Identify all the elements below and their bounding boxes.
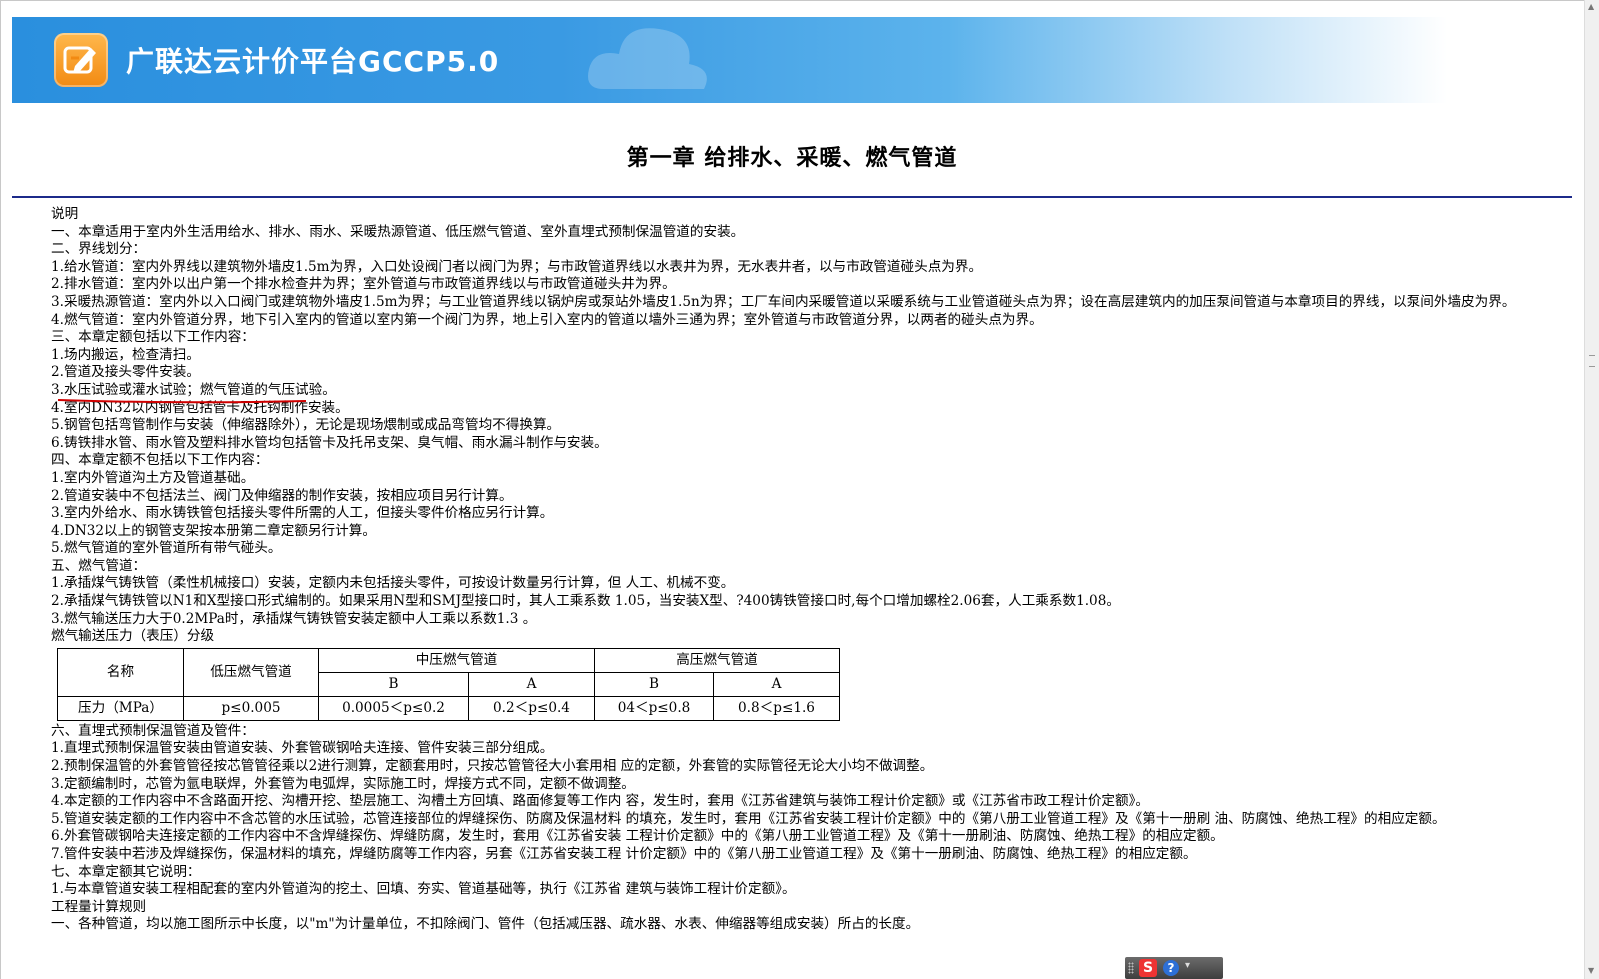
text-line: 2.预制保温管的外套管管径按芯管管径乘以2进行测算，定额套用时，只按芯管管径大小… bbox=[51, 758, 934, 775]
app-banner: 广联达云计价平台GCCP5.0 bbox=[12, 17, 1572, 103]
text-line: 3.采暖热源管道：室内外以入口阀门或建筑物外墙皮1.5m为界；与工业管道界线以锅… bbox=[51, 293, 1516, 310]
scroll-down-icon[interactable]: ▼ bbox=[1588, 966, 1594, 975]
text-line: 3.燃气输送压力大于0.2MPa时，承插煤气铸铁管安装定额中人工乘以系数1.3 … bbox=[51, 610, 537, 627]
gas-pressure-table: 名称 低压燃气管道 中压燃气管道 高压燃气管道 B A B A 压力（MPa） … bbox=[57, 647, 840, 721]
section-lines-after-table: 六、直埋式预制保温管道及管件： 1.直埋式预制保温管安装由管道安装、外套管碳钢哈夫… bbox=[51, 723, 1551, 934]
text-line: 2.管道安装中不包括法兰、阀门及伸缩器的制作安装，按相应项目另行计算。 bbox=[51, 487, 513, 504]
text-line: 1.场内搬运，检查清扫。 bbox=[51, 346, 200, 363]
text-line: 1.室内外管道沟土方及管道基础。 bbox=[51, 469, 255, 486]
table-subheader-high-b: B bbox=[594, 671, 714, 697]
table-cell-mid-a: 0.2＜p≤0.4 bbox=[468, 695, 595, 721]
text-line: 6.铸铁排水管、雨水管及塑料排水管均包括管卡及托吊支架、臭气帽、雨水漏斗制作与安… bbox=[51, 434, 608, 451]
text-line: 2.承插煤气铸铁管以N1和X型接口形式编制的。如果采用N型和SMJ型接口时，其人… bbox=[51, 593, 1120, 610]
document-body: 说明 一、本章适用于室内外生活用给水、排水、雨水、采暖热源管道、低压燃气管道、室外… bbox=[51, 206, 1551, 934]
text-line: 1.直埋式预制保温管安装由管道安装、外套管碳钢哈夫连接、管件安装三部分组成。 bbox=[51, 740, 554, 757]
text-line: 二、界线划分： bbox=[51, 241, 147, 258]
text-line: 3.室内外给水、雨水铸铁管包括接头零件所需的人工，但接头零件价格应另行计算。 bbox=[51, 505, 554, 522]
text-line: 燃气输送压力（表压）分级 bbox=[51, 628, 215, 645]
text-line: 四、本章定额不包括以下工作内容： bbox=[51, 452, 269, 469]
text-line: 3.水压试验或灌水试验；燃气管道的气压试验。 bbox=[51, 381, 336, 398]
table-row-label: 压力（MPa） bbox=[57, 695, 184, 721]
text-line: 一、本章适用于室内外生活用给水、排水、雨水、采暖热源管道、低压燃气管道、室外直埋… bbox=[51, 223, 745, 240]
dropdown-icon[interactable]: ▾ bbox=[1185, 960, 1190, 971]
text-line: 工程量计算规则 bbox=[51, 898, 147, 915]
app-title: 广联达云计价平台GCCP5.0 bbox=[126, 45, 500, 78]
text-line: 5.燃气管道的室外管道所有带气碰头。 bbox=[51, 540, 282, 557]
table-cell-mid-b: 0.0005＜p≤0.2 bbox=[318, 695, 469, 721]
text-line: 三、本章定额包括以下工作内容： bbox=[51, 329, 255, 346]
text-line: 说明 bbox=[51, 206, 79, 222]
text-line: 1.给水管道：室内外界线以建筑物外墙皮1.5m为界，入口处设阀门者以阀门为界；与… bbox=[51, 258, 983, 275]
table-header-high-pressure: 高压燃气管道 bbox=[594, 647, 840, 673]
ime-drag-handle[interactable] bbox=[1128, 962, 1134, 974]
banner-watermark-icon bbox=[588, 28, 707, 89]
table-header-low-pressure: 低压燃气管道 bbox=[183, 647, 319, 697]
table-cell-high-a: 0.8＜p≤1.6 bbox=[713, 695, 840, 721]
ime-toolbar[interactable]: S ? ▾ bbox=[1125, 957, 1223, 979]
sogou-ime-icon[interactable]: S bbox=[1139, 959, 1157, 977]
text-line: 3.定额编制时，芯管为氩电联焊，外套管为电弧焊，实际施工时，焊接方式不同，定额不… bbox=[51, 775, 635, 792]
text-line: 六、直埋式预制保温管道及管件： bbox=[51, 722, 255, 739]
table-cell-low: p≤0.005 bbox=[183, 695, 319, 721]
table-header-mid-pressure: 中压燃气管道 bbox=[318, 647, 595, 673]
table-header-name: 名称 bbox=[57, 647, 184, 697]
text-line: 1.与本章管道安装工程相配套的室内外管道沟的挖土、回填、夯实、管道基础等，执行《… bbox=[51, 881, 796, 898]
table-cell-high-b: 04＜p≤0.8 bbox=[594, 695, 714, 721]
text-line: 5.钢管包括弯管制作与安装（伸缩器除外），无论是现场煨制或成品弯管均不得换算。 bbox=[51, 417, 561, 434]
chapter-title: 第一章 给排水、采暖、燃气管道 bbox=[626, 145, 958, 171]
text-line: 七、本章定额其它说明： bbox=[51, 863, 201, 880]
text-line: 一、各种管道，均以施工图所示中长度，以"m"为计量单位，不扣除阀门、管件（包括减… bbox=[51, 916, 920, 933]
app-logo-icon bbox=[54, 33, 108, 87]
text-line: 2.管道及接头零件安装。 bbox=[51, 364, 200, 381]
vertical-scrollbar[interactable]: ▲ ▼ bbox=[1584, 0, 1599, 979]
scroll-up-icon[interactable]: ▲ bbox=[1588, 2, 1594, 11]
table-subheader-mid-b: B bbox=[318, 671, 469, 697]
text-line: 6.外套管碳钢哈夫连接定额的工作内容中不含焊缝探伤、焊缝防腐，发生时，套用《江苏… bbox=[51, 828, 1224, 845]
text-line: 五、燃气管道： bbox=[51, 557, 147, 574]
text-line: 4.本定额的工作内容中不含路面开挖、沟槽开挖、垫层施工、沟槽土方回填、路面修复等… bbox=[51, 793, 1149, 810]
red-underline-annotation bbox=[58, 399, 306, 404]
section-lines-before-table: 说明 一、本章适用于室内外生活用给水、排水、雨水、采暖热源管道、低压燃气管道、室外… bbox=[51, 206, 1551, 646]
text-line: 4.燃气管道：室内外管道分界，地下引入室内的管道以室内第一个阀门为界，地上引入室… bbox=[51, 311, 1043, 328]
text-line: 1.承插煤气铸铁管（柔性机械接口）安装，定额内未包括接头零件，可按设计数量另行计… bbox=[51, 575, 735, 592]
title-divider bbox=[12, 196, 1572, 198]
text-line: 5.管道安装定额的工作内容中不含芯管的水压试验，芯管连接部位的焊缝探伤、防腐及保… bbox=[51, 810, 1446, 827]
scroll-thumb-grip[interactable] bbox=[1589, 355, 1595, 367]
text-line: 7.管件安装中若涉及焊缝探伤，保温材料的填充，焊缝防腐等工作内容，另套《江苏省安… bbox=[51, 846, 1197, 862]
help-icon[interactable]: ? bbox=[1163, 960, 1179, 976]
text-line: 2.排水管道：室内外以出户第一个排水检查井为界；室外管道与市政管道界线以与市政管… bbox=[51, 276, 676, 293]
table-subheader-mid-a: A bbox=[468, 671, 595, 697]
text-line: 4.DN32以上的钢管支架按本册第二章定额另行计算。 bbox=[51, 522, 376, 539]
table-subheader-high-a: A bbox=[713, 671, 840, 697]
